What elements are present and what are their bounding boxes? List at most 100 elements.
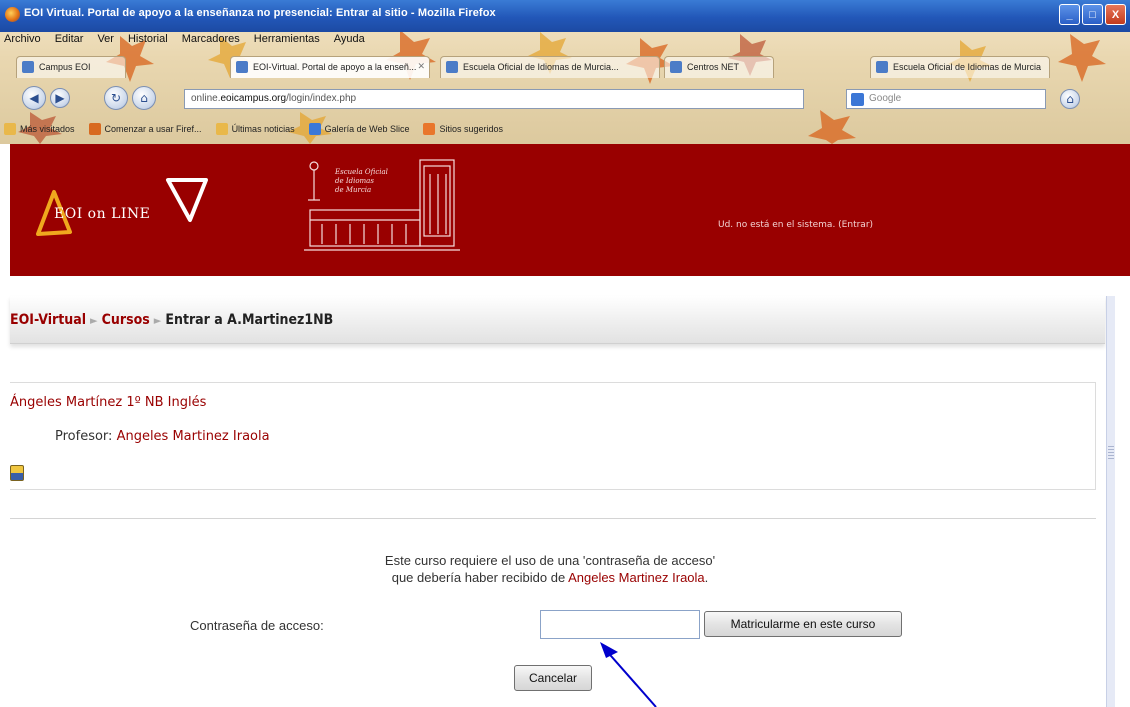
maximize-button[interactable]: □	[1082, 4, 1103, 25]
menu-ver[interactable]: Ver	[97, 33, 114, 49]
message-line-1: Este curso requiere el uso de una 'contr…	[384, 553, 716, 568]
window-controls: _ □ X	[1059, 4, 1126, 25]
bookmark-galeria-web-slice[interactable]: Galería de Web Slice	[308, 123, 410, 135]
search-bar[interactable]: Google	[846, 89, 1046, 109]
crest-line: de Idiomas	[335, 177, 374, 185]
crest-line: Escuela Oficial	[335, 168, 388, 176]
breadcrumb: EOI-Virtual ► Cursos ► Entrar a A.Martinez1N…	[10, 312, 333, 328]
bookmark-label: Sitios sugeridos	[439, 124, 504, 134]
teacher-name-link[interactable]: Angeles Martinez Iraola	[117, 429, 270, 444]
url-path: /login/index.php	[286, 93, 357, 104]
minimize-button[interactable]: _	[1059, 4, 1080, 25]
logo-triangle-white	[166, 178, 208, 222]
web-slice-icon	[308, 123, 321, 135]
tab-label: EOI-Virtual. Portal de apoyo a la enseñ.…	[253, 62, 417, 72]
reload-icon: ↻	[110, 91, 122, 105]
bookmark-comenzar-firefox[interactable]: Comenzar a usar Firef...	[88, 123, 202, 135]
menu-herramientas[interactable]: Herramientas	[254, 33, 320, 49]
enrolment-key-message: Este curso requiere el uso de una 'contr…	[0, 552, 1100, 586]
tab-label: Escuela Oficial de Idiomas de Murcia	[893, 62, 1042, 72]
reload-button[interactable]: ↻	[104, 86, 128, 110]
enrol-button[interactable]: Matricularme en este curso	[704, 611, 902, 637]
window-title: EOI Virtual. Portal de apoyo a la enseña…	[24, 7, 496, 19]
teacher-label: Profesor:	[55, 429, 117, 444]
bookmark-label: Últimas noticias	[231, 124, 295, 134]
bookmark-label: Comenzar a usar Firef...	[104, 124, 202, 134]
home-icon: ⌂	[1066, 92, 1074, 106]
course-info-box: Ángeles Martínez 1º NB Inglés Profesor: …	[10, 382, 1096, 490]
firefox-bookmark-icon	[88, 123, 101, 135]
page-favicon-icon	[236, 61, 248, 73]
scrollbar-grip-icon[interactable]	[1108, 446, 1114, 460]
cancel-button[interactable]: Cancelar	[514, 665, 592, 691]
breadcrumb-courses-link[interactable]: Cursos	[102, 312, 150, 328]
home-button[interactable]: ⌂	[132, 86, 156, 110]
page-favicon-icon	[446, 61, 458, 73]
breadcrumb-separator-icon: ►	[153, 314, 162, 327]
login-status[interactable]: Ud. no está en el sistema. (Entrar)	[718, 220, 873, 230]
suggested-sites-icon	[423, 123, 436, 135]
tab-label: Escuela Oficial de Idiomas de Murcia...	[463, 62, 619, 72]
close-window-button[interactable]: X	[1105, 4, 1126, 25]
back-button[interactable]: ◀	[22, 86, 46, 110]
menu-historial[interactable]: Historial	[128, 33, 168, 49]
page-favicon-icon	[876, 61, 888, 73]
crest-line: de Murcia	[335, 186, 372, 194]
address-bar[interactable]: online.eoicampus.org/login/index.php	[184, 89, 804, 109]
rss-icon	[215, 123, 228, 135]
tab-eoi-virtual[interactable]: EOI-Virtual. Portal de apoyo a la enseñ.…	[230, 56, 430, 78]
bookmark-label: Más visitados	[20, 124, 75, 134]
tab-label: Campus EOI	[39, 62, 91, 72]
breadcrumb-home-link[interactable]: EOI-Virtual	[10, 312, 86, 328]
guest-access-icon	[10, 465, 24, 481]
forward-arrow-icon: ▶	[55, 91, 65, 105]
message-line-2-text: que debería haber recibido de	[391, 570, 569, 585]
firefox-icon	[5, 7, 20, 22]
tab-campus-eoi[interactable]: Campus EOI	[16, 56, 126, 78]
menu-editar[interactable]: Editar	[55, 33, 84, 49]
site-header: EOI on LINE Escuela Oficial de Idiomas d…	[10, 144, 1130, 276]
message-line-2-end: .	[704, 570, 709, 585]
tab-escuela-oficial[interactable]: Escuela Oficial de Idiomas de Murcia...	[440, 56, 660, 78]
vertical-scrollbar[interactable]	[1106, 296, 1115, 707]
section-divider	[10, 518, 1096, 519]
forward-button[interactable]: ▶	[50, 88, 70, 108]
message-line-2: que debería haber recibido de Angeles Ma…	[0, 569, 1100, 586]
tab-close-icon[interactable]: ✕	[417, 61, 425, 72]
site-header-graphics	[36, 159, 460, 251]
menu-marcadores[interactable]: Marcadores	[182, 33, 240, 49]
menu-ayuda[interactable]: Ayuda	[334, 33, 365, 49]
tab-centros-net[interactable]: Centros NET	[664, 56, 774, 78]
url-prefix: online.	[191, 93, 221, 104]
tab-escuela-oficial-murcia[interactable]: Escuela Oficial de Idiomas de Murcia	[870, 56, 1050, 78]
bookmark-sitios-sugeridos[interactable]: Sitios sugeridos	[423, 123, 503, 135]
menu-archivo[interactable]: Archivo	[4, 33, 41, 49]
course-teacher: Profesor: Angeles Martinez Iraola	[55, 429, 270, 444]
navbar: EOI-Virtual ► Cursos ► Entrar a A.Martinez1N…	[10, 296, 1105, 344]
bookmark-ultimas-noticias[interactable]: Últimas noticias	[215, 123, 295, 135]
page-favicon-icon	[22, 61, 34, 73]
tab-bar: Campus EOI EOI-Virtual. Portal de apoyo …	[0, 53, 1130, 81]
search-placeholder: Google	[869, 93, 902, 104]
bookmark-folder-icon	[4, 123, 16, 135]
back-arrow-icon: ◀	[29, 91, 39, 105]
message-teacher-name[interactable]: Angeles Martinez Iraola	[568, 570, 705, 585]
bookmarks-toolbar: Más visitados Comenzar a usar Firef... Ú…	[0, 118, 1130, 140]
enrolment-key-input[interactable]	[540, 610, 700, 639]
home-page-button[interactable]: ⌂	[1060, 89, 1080, 109]
bookmark-label: Galería de Web Slice	[324, 124, 410, 134]
window-titlebar[interactable]: EOI Virtual. Portal de apoyo a la enseña…	[0, 0, 1130, 32]
breadcrumb-separator-icon: ►	[90, 314, 98, 327]
page-favicon-icon	[670, 61, 682, 73]
school-crest-text: Escuela Oficial de Idiomas de Murcia	[335, 168, 388, 195]
breadcrumb-current: Entrar a A.Martinez1NB	[165, 312, 334, 328]
menu-bar: Archivo Editar Ver Historial Marcadores …	[4, 33, 365, 49]
bookmark-mas-visitados[interactable]: Más visitados	[4, 123, 75, 135]
url-domain: eoicampus.org	[220, 93, 287, 104]
site-logo[interactable]: EOI on LINE	[54, 206, 150, 222]
enrolment-key-label: Contraseña de acceso:	[190, 618, 324, 633]
navigation-toolbar: ◀ ▶ ↻ ⌂ online.eoicampus.org/login/index…	[0, 83, 1130, 115]
course-name-link[interactable]: Ángeles Martínez 1º NB Inglés	[10, 395, 206, 410]
tab-label: Centros NET	[687, 62, 740, 72]
search-engine-icon[interactable]	[851, 93, 864, 106]
